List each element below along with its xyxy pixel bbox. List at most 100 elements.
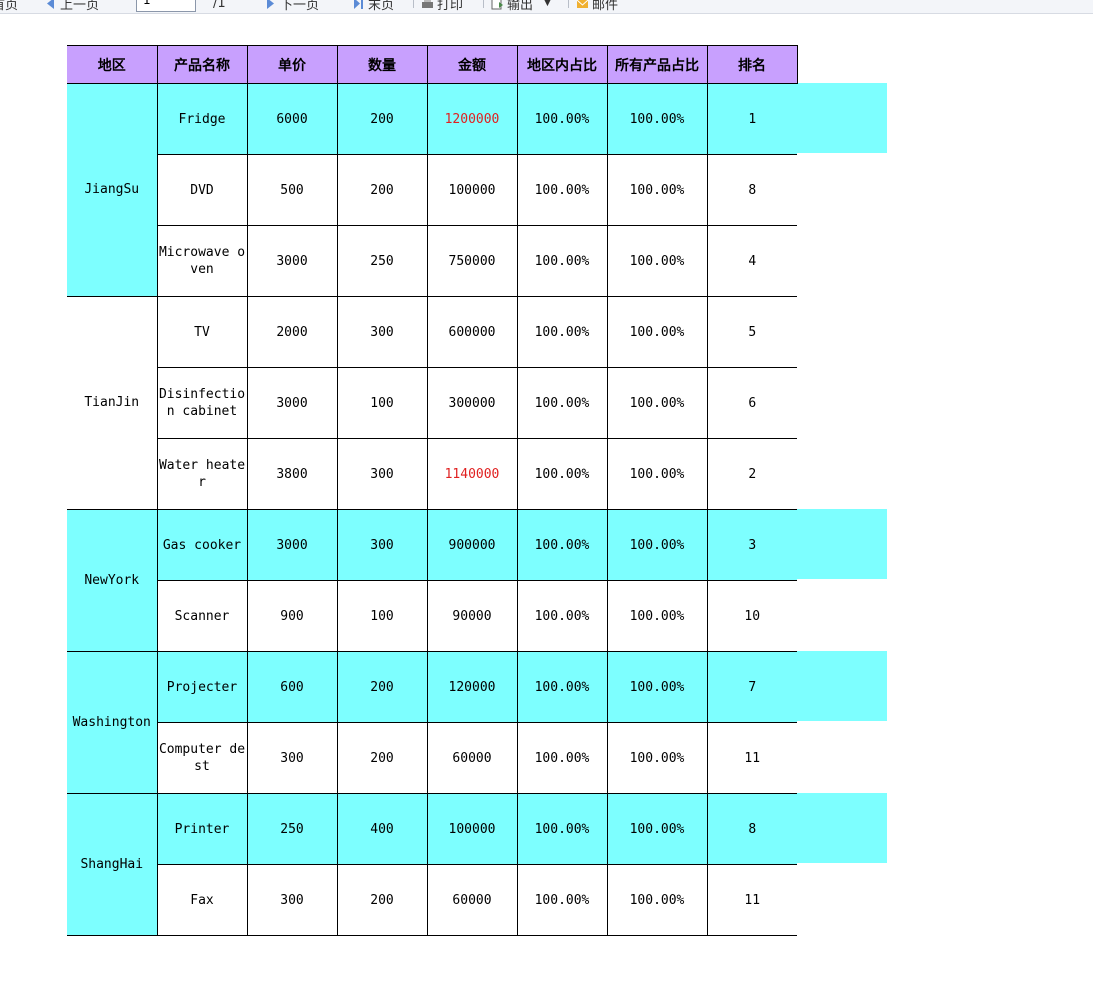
total-share-cell: 100.00% bbox=[606, 83, 707, 155]
table-row: Microwave oven 3000 250 750000 100.00% 100.00… bbox=[67, 225, 797, 297]
first-page-button[interactable]: 首页 bbox=[0, 0, 18, 13]
region-cell: TianJin bbox=[67, 296, 157, 510]
quantity-cell: 200 bbox=[336, 83, 427, 155]
amount-cell: 750000 bbox=[426, 225, 517, 297]
table-row: DVD 500 200 100000 100.00% 100.00% 8 bbox=[67, 154, 797, 226]
product-name-cell: Gas cooker bbox=[156, 509, 247, 581]
region-share-cell: 100.00% bbox=[516, 296, 607, 368]
product-name-cell: Scanner bbox=[156, 580, 247, 652]
table-row: ShangHai Printer 250 400 100000 100.00% 100.00… bbox=[67, 793, 797, 936]
region-share-cell: 100.00% bbox=[516, 225, 607, 297]
quantity-cell: 400 bbox=[336, 793, 427, 865]
region-share-cell: 100.00% bbox=[516, 651, 607, 723]
rank-cell: 11 bbox=[706, 722, 797, 794]
unit-price-cell: 3800 bbox=[246, 438, 337, 510]
product-name-cell: Microwave oven bbox=[156, 225, 247, 297]
last-page-label: 末页 bbox=[368, 0, 395, 13]
row-highlight-band bbox=[797, 509, 887, 579]
header-product-name: 产品名称 bbox=[156, 45, 248, 84]
quantity-cell: 300 bbox=[336, 509, 427, 581]
unit-price-cell: 3000 bbox=[246, 509, 337, 581]
header-quantity: 数量 bbox=[336, 45, 428, 84]
table-row: Scanner 900 100 90000 100.00% 100.00% 10 bbox=[67, 580, 797, 652]
export-button[interactable]: 输出 ▼ bbox=[491, 0, 551, 13]
region-cell: JiangSu bbox=[67, 83, 157, 297]
table-row: Computer dest 300 200 60000 100.00% 100.00% 11 bbox=[67, 722, 797, 794]
region-share-cell: 100.00% bbox=[516, 154, 607, 226]
table-row: JiangSu Fridge 6000 200 1200000 100.00% 100.00… bbox=[67, 83, 797, 297]
header-region: 地区 bbox=[67, 45, 158, 84]
page-number-input[interactable]: 1 bbox=[136, 0, 196, 12]
rank-cell: 3 bbox=[706, 509, 797, 581]
amount-cell: 300000 bbox=[426, 367, 517, 439]
total-share-cell: 100.00% bbox=[606, 580, 707, 652]
print-label: 打印 bbox=[437, 0, 464, 13]
unit-price-cell: 300 bbox=[246, 864, 337, 936]
region-cell: Washington bbox=[67, 651, 157, 794]
rank-cell: 5 bbox=[706, 296, 797, 368]
total-share-cell: 100.00% bbox=[606, 651, 707, 723]
amount-cell: 1140000 bbox=[426, 438, 517, 510]
total-share-cell: 100.00% bbox=[606, 296, 707, 368]
unit-price-cell: 3000 bbox=[246, 225, 337, 297]
quantity-cell: 250 bbox=[336, 225, 427, 297]
region-share-cell: 100.00% bbox=[516, 367, 607, 439]
table-header-row: 地区 产品名称 单价 数量 金额 地区内占比 所有产品占比 排名 bbox=[67, 45, 798, 84]
header-rank: 排名 bbox=[706, 45, 798, 84]
unit-price-cell: 500 bbox=[246, 154, 337, 226]
table-row: Fax 300 200 60000 100.00% 100.00% 11 bbox=[67, 864, 797, 936]
toolbar-divider bbox=[568, 0, 569, 8]
arrow-right-icon bbox=[267, 0, 274, 9]
unit-price-cell: 600 bbox=[246, 651, 337, 723]
product-name-cell: Fax bbox=[156, 864, 247, 936]
region-cell: ShangHai bbox=[67, 793, 157, 936]
first-page-label: 首页 bbox=[0, 0, 19, 13]
total-share-cell: 100.00% bbox=[606, 864, 707, 936]
amount-cell: 1200000 bbox=[426, 83, 517, 155]
region-cell: NewYork bbox=[67, 509, 157, 652]
total-share-cell: 100.00% bbox=[606, 225, 707, 297]
region-share-cell: 100.00% bbox=[516, 580, 607, 652]
table-row: Washington Projecter 600 200 120000 100.00% 10… bbox=[67, 651, 797, 794]
toolbar-divider bbox=[413, 0, 414, 8]
table-row: NewYork Gas cooker 3000 300 900000 100.00% 100… bbox=[67, 509, 797, 652]
header-amount: 金额 bbox=[426, 45, 518, 84]
rank-cell: 7 bbox=[706, 651, 797, 723]
amount-cell: 600000 bbox=[426, 296, 517, 368]
next-page-button[interactable]: 下一页 bbox=[264, 0, 319, 13]
total-share-cell: 100.00% bbox=[606, 154, 707, 226]
product-name-cell: Water heater bbox=[156, 438, 247, 510]
rank-cell: 2 bbox=[706, 438, 797, 510]
region-share-cell: 100.00% bbox=[516, 438, 607, 510]
unit-price-cell: 250 bbox=[246, 793, 337, 865]
total-share-cell: 100.00% bbox=[606, 793, 707, 865]
page-total: /1 bbox=[213, 0, 226, 11]
region-share-cell: 100.00% bbox=[516, 864, 607, 936]
print-button[interactable]: 打印 bbox=[421, 0, 463, 13]
amount-cell: 60000 bbox=[426, 722, 517, 794]
total-share-cell: 100.00% bbox=[606, 509, 707, 581]
amount-cell: 100000 bbox=[426, 154, 517, 226]
last-page-button[interactable]: 末页 bbox=[352, 0, 394, 13]
rank-cell: 10 bbox=[706, 580, 797, 652]
quantity-cell: 200 bbox=[336, 651, 427, 723]
unit-price-cell: 2000 bbox=[246, 296, 337, 368]
prev-page-button[interactable]: 上一页 bbox=[44, 0, 99, 13]
rank-cell: 8 bbox=[706, 793, 797, 865]
unit-price-cell: 6000 bbox=[246, 83, 337, 155]
product-name-cell: Projecter bbox=[156, 651, 247, 723]
product-name-cell: Computer dest bbox=[156, 722, 247, 794]
amount-cell: 900000 bbox=[426, 509, 517, 581]
rank-cell: 11 bbox=[706, 864, 797, 936]
total-share-cell: 100.00% bbox=[606, 722, 707, 794]
export-label: 输出 bbox=[507, 0, 534, 13]
total-share-cell: 100.00% bbox=[606, 438, 707, 510]
rank-cell: 4 bbox=[706, 225, 797, 297]
table-row: Disinfection cabinet 3000 100 300000 100.00%… bbox=[67, 367, 797, 439]
quantity-cell: 100 bbox=[336, 367, 427, 439]
product-name-cell: Fridge bbox=[156, 83, 247, 155]
table-row: TianJin TV 2000 300 600000 100.00% 100.00% 5 bbox=[67, 296, 797, 510]
table-body: JiangSu Fridge 6000 200 1200000 100.00% 100.00… bbox=[67, 83, 797, 936]
mail-button[interactable]: 邮件 bbox=[576, 0, 618, 13]
unit-price-cell: 300 bbox=[246, 722, 337, 794]
